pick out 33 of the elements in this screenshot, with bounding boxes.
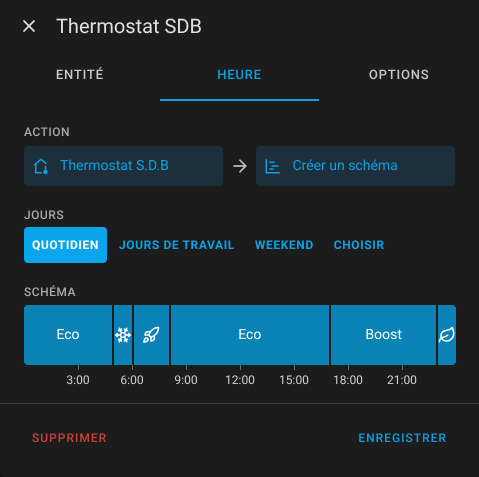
house-thermometer-icon bbox=[32, 157, 50, 175]
schedule-chart-icon bbox=[264, 157, 282, 175]
axis-label: 3:00 bbox=[66, 372, 90, 389]
day-option[interactable]: JOURS DE TRAVAIL bbox=[110, 227, 243, 263]
tab[interactable]: HEURE bbox=[160, 52, 320, 101]
block-label: Eco bbox=[238, 326, 262, 344]
block-label: Boost bbox=[365, 326, 402, 344]
schedule-block[interactable]: Eco bbox=[24, 305, 112, 365]
block-label: Eco bbox=[56, 326, 80, 344]
tab[interactable]: OPTIONS bbox=[319, 52, 479, 101]
schedule-block[interactable]: Eco bbox=[170, 305, 329, 365]
rocket-icon bbox=[142, 326, 160, 344]
delete-button[interactable]: SUPPRIMER bbox=[24, 420, 116, 456]
action-button[interactable]: Créer un schéma bbox=[256, 146, 456, 186]
day-option[interactable]: CHOISIR bbox=[326, 227, 393, 263]
save-button[interactable]: ENREGISTRER bbox=[350, 420, 455, 456]
day-option[interactable]: WEEKEND bbox=[246, 227, 322, 263]
axis-label: 12:00 bbox=[225, 372, 255, 389]
entity-button[interactable]: Thermostat S.D.B bbox=[24, 146, 223, 186]
section-label: JOURS bbox=[24, 207, 66, 224]
schedule-block[interactable]: Boost bbox=[330, 305, 436, 365]
axis-label: 18:00 bbox=[333, 372, 363, 389]
axis-label: 6:00 bbox=[120, 372, 144, 389]
axis-label: 9:00 bbox=[174, 372, 198, 389]
section-label: ACTION bbox=[24, 124, 72, 141]
dialog-title: Thermostat SDB bbox=[56, 13, 202, 40]
leaf-icon bbox=[438, 326, 456, 344]
tab[interactable]: ENTITÉ bbox=[0, 52, 160, 101]
axis-label: 15:00 bbox=[279, 372, 309, 389]
section-label: SCHÉMA bbox=[24, 284, 77, 301]
snowflake-icon bbox=[114, 326, 132, 344]
schedule-block[interactable] bbox=[114, 305, 132, 365]
axis-label: 21:00 bbox=[387, 372, 417, 389]
